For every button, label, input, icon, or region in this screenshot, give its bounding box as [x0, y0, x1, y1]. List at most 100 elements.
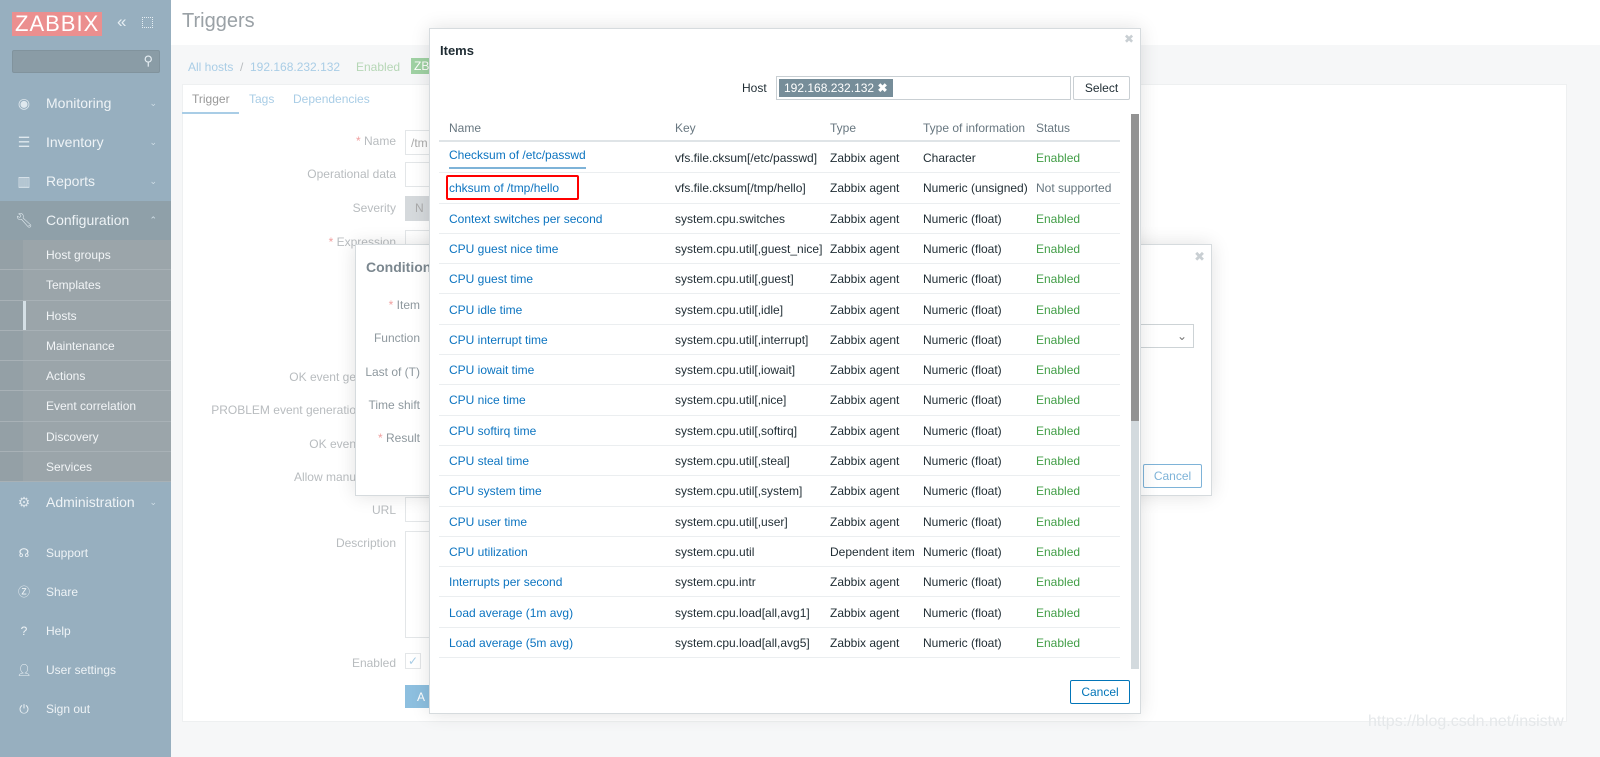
item-status: Enabled	[1036, 302, 1081, 317]
host-multiselect[interactable]: 192.168.232.132 ✖	[776, 76, 1071, 100]
item-type: Zabbix agent	[830, 514, 900, 529]
close-icon[interactable]: ✖	[1194, 249, 1205, 265]
item-name-link[interactable]: Interrupts per second	[449, 567, 562, 597]
item-key: system.cpu.util[,softirq]	[675, 423, 798, 438]
item-name-link[interactable]: Context switches per second	[449, 204, 602, 234]
item-type: Zabbix agent	[830, 151, 900, 165]
item-name-link[interactable]: Checksum of /etc/passwd	[449, 143, 586, 169]
remove-tag-icon[interactable]: ✖	[877, 81, 887, 95]
item-name-link[interactable]: CPU guest time	[449, 264, 533, 294]
kiosk-mode-icon[interactable]	[142, 17, 153, 28]
tab-dependencies[interactable]: Dependencies	[293, 92, 370, 106]
item-type-of-information: Numeric (float)	[923, 363, 1002, 378]
table-row: Load average (1m avg) system.cpu.load[all…	[439, 598, 1120, 628]
item-name-link[interactable]: CPU system time	[449, 476, 542, 506]
items-table-header: Name Key Type Type of information Status	[439, 114, 1120, 142]
tab-tags[interactable]: Tags	[249, 92, 274, 106]
tab-trigger[interactable]: Trigger	[192, 92, 230, 106]
item-name-link[interactable]: CPU steal time	[449, 446, 529, 476]
item-type-of-information: Numeric (float)	[923, 241, 1002, 256]
item-type: Zabbix agent	[830, 241, 900, 256]
item-status: Enabled	[1036, 363, 1081, 378]
item-status: Enabled	[1036, 332, 1081, 347]
chevron-up-icon: ⌃	[149, 215, 157, 225]
table-row: CPU interrupt time system.cpu.util[,inter…	[439, 325, 1120, 356]
table-row: CPU iowait time system.cpu.util[,iowait] Z…	[439, 355, 1120, 386]
footer-sign-out[interactable]: ⏻ Sign out	[0, 690, 171, 729]
breadcrumb-all-hosts[interactable]: All hosts	[188, 60, 233, 74]
scrollbar-thumb[interactable]	[1131, 114, 1139, 421]
item-status: Not supported	[1036, 181, 1112, 196]
item-status: Enabled	[1036, 211, 1081, 226]
item-name-link[interactable]: CPU softirq time	[449, 416, 536, 446]
host-status: Enabled	[356, 60, 401, 74]
item-key: system.cpu.util[,nice]	[675, 393, 787, 408]
submenu-host-groups[interactable]: Host groups	[0, 240, 171, 271]
user-icon: 👤︎	[16, 663, 32, 677]
footer-user-settings[interactable]: 👤︎ User settings	[0, 651, 171, 690]
item-name-link[interactable]: CPU user time	[449, 507, 527, 537]
share-z-icon: Ⓩ	[17, 585, 30, 599]
submenu-templates[interactable]: Templates	[0, 270, 171, 301]
search-icon: ⚲	[143, 53, 153, 68]
submenu-hosts[interactable]: Hosts	[0, 300, 171, 331]
sidebar-search-input[interactable]: ⚲	[12, 50, 160, 73]
item-key: system.cpu.util[,iowait]	[675, 363, 796, 378]
item-status: Enabled	[1036, 635, 1081, 650]
footer-help[interactable]: ? Help	[0, 612, 171, 651]
item-type-of-information: Numeric (float)	[923, 332, 1002, 347]
table-row: Checksum of /etc/passwd vfs.file.cksum[/e…	[439, 143, 1120, 174]
item-name-link[interactable]: CPU guest nice time	[449, 234, 558, 264]
function-select[interactable]: ⌄	[1136, 324, 1194, 348]
item-key: system.cpu.util[,guest]	[675, 272, 794, 287]
enabled-checkbox[interactable]: ✓	[405, 653, 421, 669]
scrollbar[interactable]	[1131, 114, 1139, 669]
eye-icon: ◉	[17, 95, 31, 111]
collapse-sidebar-icon[interactable]: «	[117, 12, 126, 32]
submenu-maintenance[interactable]: Maintenance	[0, 331, 171, 362]
item-type-of-information: Numeric (float)	[923, 605, 1002, 620]
table-row: CPU guest nice time system.cpu.util[,gues…	[439, 234, 1120, 265]
footer-share[interactable]: Ⓩ Share	[0, 573, 171, 612]
menu-inventory[interactable]: ☰ Inventory ⌄	[0, 123, 171, 162]
item-status: Enabled	[1036, 605, 1081, 620]
item-type: Zabbix agent	[830, 575, 900, 590]
item-key: system.cpu.load[all,avg1]	[675, 605, 810, 620]
col-name[interactable]: Name	[449, 121, 481, 135]
menu-reports[interactable]: ▥ Reports ⌄	[0, 162, 171, 201]
label-enabled: Enabled	[351, 656, 396, 670]
item-name-link[interactable]: CPU interrupt time	[449, 325, 548, 355]
item-type-of-information: Numeric (float)	[923, 423, 1002, 438]
item-name-link[interactable]: CPU idle time	[449, 295, 522, 325]
item-type-of-information: Numeric (unsigned)	[923, 181, 1028, 196]
label-operational-data: Operational data	[307, 167, 396, 181]
item-type: Zabbix agent	[830, 332, 900, 347]
select-button[interactable]: Select	[1073, 76, 1130, 100]
chevron-down-icon: ⌄	[1176, 329, 1187, 343]
menu-configuration[interactable]: 🔧︎ Configuration ⌃	[0, 201, 171, 240]
close-icon[interactable]: ✖	[1124, 32, 1134, 46]
col-type-of-information: Type of information	[923, 121, 1026, 135]
label-function: Function	[373, 331, 420, 345]
host-tag: 192.168.232.132 ✖	[779, 79, 893, 97]
menu-administration[interactable]: ⚙ Administration ⌄	[0, 483, 171, 522]
power-icon: ⏻	[19, 702, 29, 716]
item-type-of-information: Numeric (float)	[923, 454, 1002, 468]
item-name-link[interactable]: Load average (5m avg)	[449, 628, 573, 658]
item-key: system.cpu.load[all,avg5]	[675, 635, 810, 650]
item-name-link[interactable]: CPU nice time	[449, 385, 526, 415]
menu-monitoring[interactable]: ◉ Monitoring ⌄	[0, 84, 171, 123]
item-name-link[interactable]: CPU utilization	[449, 537, 528, 567]
breadcrumb-host[interactable]: 192.168.232.132	[250, 60, 340, 74]
footer-support[interactable]: ☊ Support	[0, 534, 171, 573]
item-type-of-information: Numeric (float)	[923, 302, 1002, 317]
item-type-of-information: Numeric (float)	[923, 635, 1002, 650]
item-name-link[interactable]: Load average (1m avg)	[449, 598, 573, 628]
condition-cancel-button[interactable]: Cancel	[1143, 464, 1202, 488]
host-label: Host	[742, 81, 767, 95]
item-status: Enabled	[1036, 454, 1081, 468]
item-status: Enabled	[1036, 484, 1081, 499]
items-cancel-button[interactable]: Cancel	[1070, 680, 1130, 704]
item-name-link[interactable]: CPU iowait time	[449, 355, 534, 385]
label-name: * Name	[355, 134, 396, 148]
